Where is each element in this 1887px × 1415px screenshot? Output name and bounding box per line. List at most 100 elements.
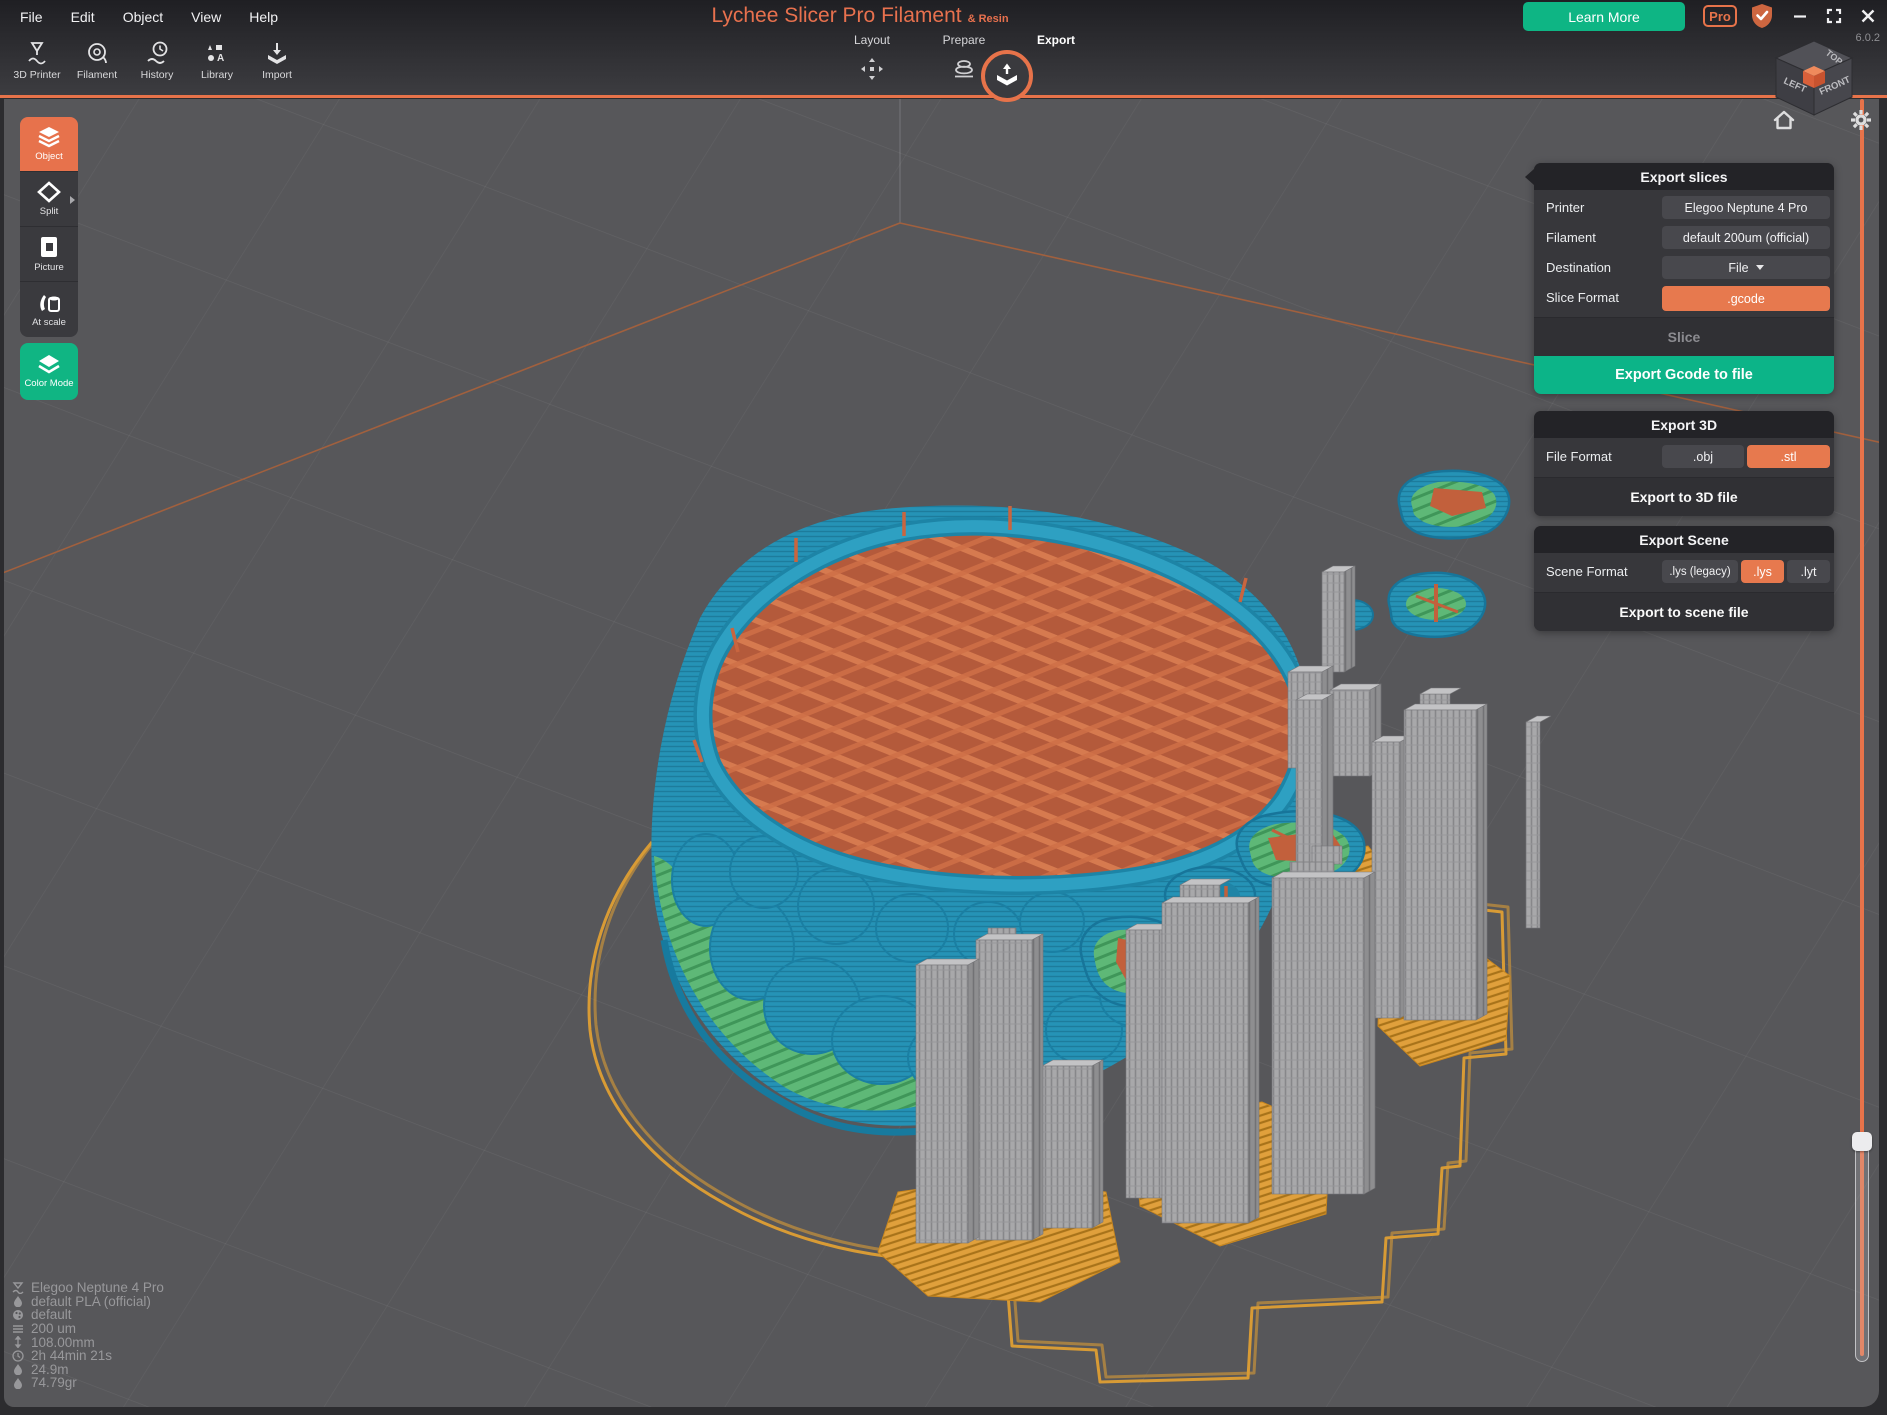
mode-tabs: Layout Prepare Export [840, 33, 1088, 83]
toolbar-3d-printer[interactable]: 3D Printer [14, 40, 60, 81]
svg-text:A: A [217, 53, 224, 64]
tower [1042, 1060, 1103, 1228]
tower [1404, 688, 1487, 1020]
export-scene-file-button[interactable]: Export to scene file [1534, 592, 1834, 631]
format-stl-button[interactable]: .stl [1747, 445, 1830, 468]
version-label: 6.0.2 [1830, 32, 1880, 44]
status-layer-height: 200 um [12, 1322, 164, 1336]
maximize-button[interactable] [1824, 6, 1844, 26]
shield-check-icon[interactable] [1750, 3, 1774, 34]
layers-icon [12, 1323, 24, 1335]
export-3d-header: Export 3D [1534, 411, 1834, 438]
history-icon [144, 40, 170, 66]
tower [976, 928, 1043, 1240]
submenu-arrow-icon [70, 196, 75, 204]
layers-sphere-icon [932, 55, 996, 83]
tab-export[interactable]: Export [1024, 33, 1088, 83]
import-icon [264, 40, 290, 66]
tower [1162, 879, 1259, 1223]
island-top-b [1389, 573, 1485, 637]
scene-format-label: Scene Format [1546, 564, 1628, 579]
toolbar-import[interactable]: Import [254, 40, 300, 81]
format-lyt-button[interactable]: .lyt [1787, 560, 1830, 583]
droplet-icon [12, 1295, 24, 1307]
format-obj-button[interactable]: .obj [1662, 445, 1744, 468]
clock-icon [12, 1350, 24, 1362]
orientation-cube[interactable]: TOP LEFT FRONT [1768, 33, 1860, 126]
status-filament-weight: 74.79gr [12, 1376, 164, 1390]
status-height: 108.00mm [12, 1335, 164, 1349]
destination-label: Destination [1546, 260, 1611, 275]
learn-more-button[interactable]: Learn More [1523, 2, 1685, 31]
format-lys-legacy-button[interactable]: .lys (legacy) [1662, 560, 1738, 583]
menu-view[interactable]: View [189, 7, 223, 27]
spool-icon [84, 40, 110, 66]
island-top-a [1399, 471, 1509, 539]
height-icon [12, 1336, 24, 1348]
menu-file[interactable]: File [18, 7, 45, 27]
export-scene-header: Export Scene [1534, 526, 1834, 553]
menu-bar: File Edit Object View Help [18, 7, 280, 27]
pro-badge: Pro [1703, 5, 1737, 27]
dropdown-caret-icon [1756, 265, 1764, 270]
droplet-icon [12, 1363, 24, 1375]
tab-layout[interactable]: Layout [840, 33, 904, 83]
main-toolbar: 3D Printer Filament History A [14, 40, 300, 81]
printer-select[interactable]: Elegoo Neptune 4 Pro [1662, 196, 1830, 219]
side-tool-object[interactable]: Object [20, 117, 78, 172]
at-scale-icon [36, 292, 62, 314]
layer-slider-handle[interactable] [1852, 1132, 1872, 1151]
color-mode-button[interactable]: Color Mode [20, 343, 78, 400]
side-tool-picture[interactable]: Picture [20, 227, 78, 282]
layer-slider-range[interactable] [1855, 1140, 1869, 1362]
menu-edit[interactable]: Edit [69, 7, 97, 27]
printer-label: Printer [1546, 200, 1584, 215]
picture-icon [38, 235, 60, 259]
tower [916, 959, 979, 1243]
object-icon [37, 126, 61, 148]
status-filament-length: 24.9m [12, 1363, 164, 1377]
filament-label: Filament [1546, 230, 1596, 245]
printer-icon [12, 1282, 24, 1294]
export-3d-panel: Export 3D File Format .obj .stl Export t… [1534, 411, 1834, 516]
toolbar-filament[interactable]: Filament [74, 40, 120, 81]
split-icon [37, 181, 61, 203]
print-summary: Elegoo Neptune 4 Pro default PLA (offici… [12, 1281, 164, 1390]
move-icon [840, 55, 904, 83]
window-controls [1790, 6, 1878, 26]
toolbar-history[interactable]: History [134, 40, 180, 81]
library-icon: A [204, 40, 230, 66]
lychee-slicer-window: TOP LEFT FRONT File Edit Object View Hel… [0, 0, 1887, 1415]
file-format-label: File Format [1546, 449, 1612, 464]
droplet-icon [12, 1377, 24, 1389]
palette-icon [12, 1309, 24, 1321]
slice-format-label: Slice Format [1546, 290, 1619, 305]
export-3d-file-button[interactable]: Export to 3D file [1534, 477, 1834, 516]
export-slices-panel: Export slices Printer Elegoo Neptune 4 P… [1534, 163, 1834, 394]
status-printer: Elegoo Neptune 4 Pro [12, 1281, 164, 1295]
menu-help[interactable]: Help [247, 7, 280, 27]
side-tool-at-scale[interactable]: At scale [20, 282, 78, 337]
menu-object[interactable]: Object [121, 7, 165, 27]
close-button[interactable] [1858, 6, 1878, 26]
tower [1322, 566, 1355, 672]
printer-icon [24, 40, 50, 66]
format-lys-button[interactable]: .lys [1741, 560, 1784, 583]
accent-line [0, 95, 1887, 98]
status-profile: default [12, 1308, 164, 1322]
slice-format-button[interactable]: .gcode [1662, 286, 1830, 311]
filament-select[interactable]: default 200um (official) [1662, 226, 1830, 249]
tower [1272, 846, 1375, 1194]
export-gcode-button[interactable]: Export Gcode to file [1534, 356, 1834, 394]
toolbar-library[interactable]: A Library [194, 40, 240, 81]
minimize-button[interactable] [1790, 6, 1810, 26]
tab-prepare[interactable]: Prepare [932, 33, 996, 83]
destination-select[interactable]: File [1662, 256, 1830, 279]
panel-notch-icon[interactable] [1525, 169, 1534, 185]
export-slices-header: Export slices [1534, 163, 1834, 190]
side-tool-split[interactable]: Split [20, 172, 78, 227]
color-mode-icon [37, 354, 61, 374]
slice-button[interactable]: Slice [1534, 317, 1834, 356]
status-filament-profile: default PLA (official) [12, 1295, 164, 1309]
export-scene-panel: Export Scene Scene Format .lys (legacy) … [1534, 526, 1834, 631]
